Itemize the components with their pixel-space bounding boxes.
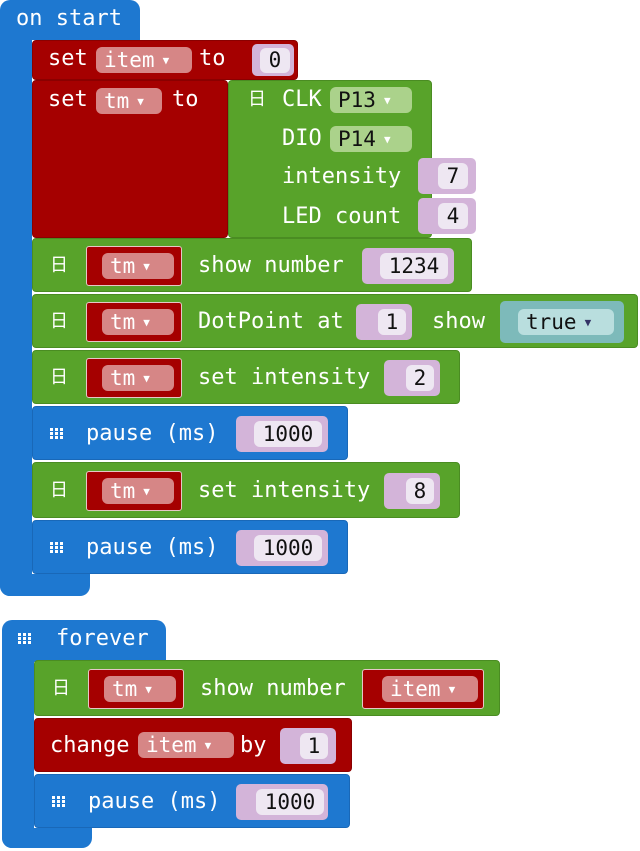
clk-pin-dropdown[interactable]: P13 ▼ <box>330 87 412 113</box>
chevron-down-icon: ▼ <box>383 132 391 146</box>
chevron-down-icon: ▼ <box>143 315 150 329</box>
dotpoint-value[interactable]: 1 <box>378 309 406 335</box>
dio-label: DIO <box>282 126 322 151</box>
seven-segment-icon: 日 <box>50 255 68 276</box>
dotpoint-label: DotPoint at <box>198 309 344 334</box>
led-grid-icon <box>50 542 64 554</box>
forever-bottom-frame <box>2 828 92 848</box>
set-intensity-value[interactable]: 8 <box>406 478 434 504</box>
forever-label: forever <box>56 626 149 651</box>
seven-segment-icon: 日 <box>50 367 68 388</box>
pause-label: pause (ms) <box>86 421 219 446</box>
set-item-set-label: set <box>48 46 88 71</box>
led-count-value[interactable]: 4 <box>438 203 468 229</box>
tm-variable-name: tm <box>104 88 130 113</box>
seven-segment-icon: 日 <box>248 89 266 110</box>
on-start-body-frame <box>0 36 32 596</box>
set-tm-set-label: set <box>48 87 88 112</box>
set-tm-to-label: to <box>172 87 199 112</box>
intensity-value[interactable]: 7 <box>438 163 468 189</box>
tm-variable-dropdown[interactable]: tm ▼ <box>102 365 174 391</box>
chevron-down-icon: ▼ <box>143 259 150 273</box>
chevron-down-icon: ▼ <box>584 315 592 329</box>
show-number-value[interactable]: 1234 <box>380 253 448 279</box>
pause-value[interactable]: 1000 <box>254 535 322 561</box>
tm-variable-name: tm <box>110 309 136 334</box>
seven-segment-icon: 日 <box>52 678 70 699</box>
set-intensity-label: set intensity <box>198 365 371 390</box>
show-number-label: show number <box>200 676 346 701</box>
seven-segment-icon: 日 <box>50 311 68 332</box>
tm-variable-name: tm <box>110 478 136 503</box>
dotpoint-show-label: show <box>432 309 485 334</box>
change-value[interactable]: 1 <box>300 733 328 759</box>
chevron-down-icon: ▼ <box>204 738 212 752</box>
set-item-to-label: to <box>199 46 226 71</box>
change-label: change <box>50 733 130 758</box>
chevron-down-icon: ▼ <box>448 682 456 696</box>
intensity-label: intensity <box>282 164 402 189</box>
item-variable-name: item <box>390 676 441 701</box>
tm-variable-dropdown[interactable]: tm ▼ <box>96 88 162 114</box>
seven-segment-icon: 日 <box>50 480 68 501</box>
chevron-down-icon: ▼ <box>162 53 170 67</box>
led-grid-icon <box>18 633 32 645</box>
led-grid-icon <box>50 428 64 440</box>
chevron-down-icon: ▼ <box>383 93 391 107</box>
tm-variable-name: tm <box>110 253 136 278</box>
forever-body-frame <box>2 656 34 848</box>
pause-label: pause (ms) <box>86 535 219 560</box>
chevron-down-icon: ▼ <box>143 371 150 385</box>
set-item-value[interactable]: 0 <box>260 48 290 73</box>
chevron-down-icon: ▼ <box>145 682 152 696</box>
tm-variable-dropdown[interactable]: tm ▼ <box>104 676 176 702</box>
on-start-bottom-frame <box>0 574 90 596</box>
on-start-label: on start <box>16 6 122 31</box>
change-by-label: by <box>240 733 267 758</box>
tm-variable-name: tm <box>112 676 138 701</box>
set-intensity-value[interactable]: 2 <box>406 365 434 391</box>
show-number-label: show number <box>198 253 344 278</box>
dio-pin-value: P14 <box>338 126 376 151</box>
set-intensity-label: set intensity <box>198 478 371 503</box>
item-variable-name: item <box>104 47 155 72</box>
show-true-value: true <box>526 309 577 334</box>
tm-variable-name: tm <box>110 365 136 390</box>
tm-variable-dropdown[interactable]: tm ▼ <box>102 478 174 504</box>
chevron-down-icon: ▼ <box>143 484 150 498</box>
item-variable-name: item <box>146 732 197 757</box>
dio-pin-dropdown[interactable]: P14 ▼ <box>330 126 412 152</box>
pause-label: pause (ms) <box>88 789 221 814</box>
item-variable-dropdown[interactable]: item ▼ <box>96 47 192 73</box>
pause-value[interactable]: 1000 <box>256 789 324 815</box>
clk-label: CLK <box>282 87 322 112</box>
show-true-dropdown[interactable]: true ▼ <box>518 309 614 335</box>
led-count-label: LED count <box>282 204 402 229</box>
tm-variable-dropdown[interactable]: tm ▼ <box>102 253 174 279</box>
item-variable-dropdown[interactable]: item ▼ <box>382 676 478 702</box>
pause-value[interactable]: 1000 <box>254 421 322 447</box>
chevron-down-icon: ▼ <box>137 94 144 108</box>
item-variable-dropdown[interactable]: item ▼ <box>138 732 234 758</box>
clk-pin-value: P13 <box>338 87 376 112</box>
led-grid-icon <box>52 796 66 808</box>
tm-variable-dropdown[interactable]: tm ▼ <box>102 309 174 335</box>
